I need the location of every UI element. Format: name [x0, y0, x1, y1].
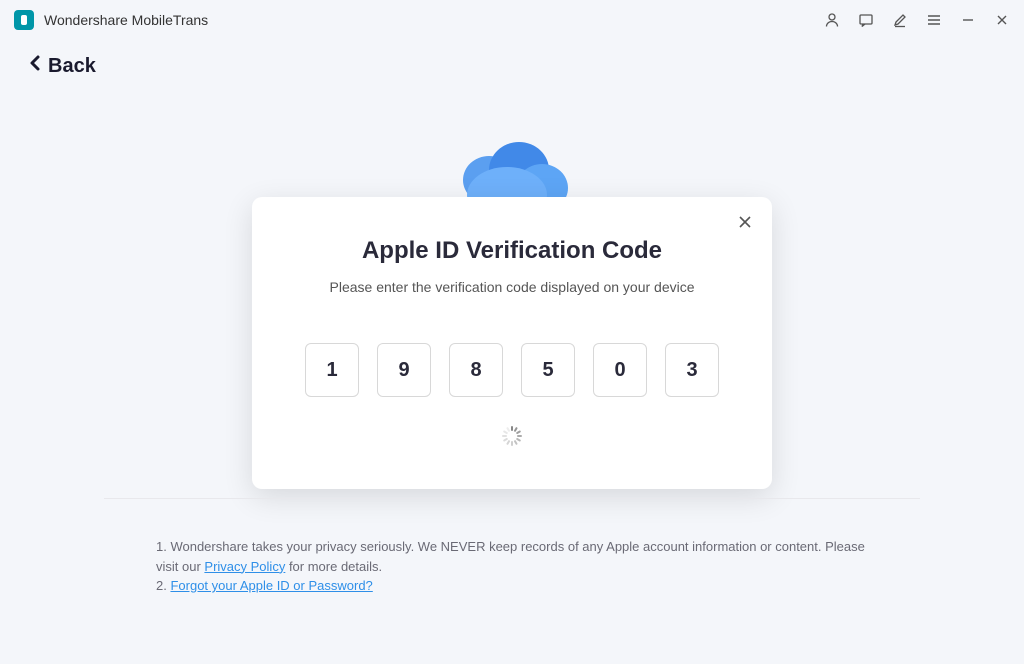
content-area: Apple ID Verification Code Please enter …: [0, 92, 1024, 661]
forgot-password-link[interactable]: Forgot your Apple ID or Password?: [170, 578, 372, 593]
code-digit-3[interactable]: 8: [449, 343, 503, 397]
verification-modal: Apple ID Verification Code Please enter …: [252, 197, 772, 489]
message-icon[interactable]: [858, 12, 874, 28]
code-digit-4[interactable]: 5: [521, 343, 575, 397]
note2-text-prefix: 2.: [156, 578, 170, 593]
close-icon[interactable]: [736, 213, 754, 231]
menu-icon[interactable]: [926, 12, 942, 28]
code-inputs-container: 1 9 8 5 0 3: [287, 343, 737, 397]
note-2: 2. Forgot your Apple ID or Password?: [156, 576, 868, 596]
divider: [104, 498, 920, 499]
code-digit-1[interactable]: 1: [305, 343, 359, 397]
footer-notes: 1. Wondershare takes your privacy seriou…: [156, 537, 868, 596]
app-title: Wondershare MobileTrans: [44, 12, 824, 28]
minimize-icon[interactable]: [960, 12, 976, 28]
titlebar-controls: [824, 12, 1010, 28]
modal-title: Apple ID Verification Code: [287, 237, 737, 265]
privacy-policy-link[interactable]: Privacy Policy: [204, 559, 285, 574]
chevron-left-icon: [28, 54, 42, 78]
note1-text-suffix: for more details.: [285, 559, 382, 574]
titlebar: Wondershare MobileTrans: [0, 0, 1024, 40]
code-digit-2[interactable]: 9: [377, 343, 431, 397]
back-label: Back: [48, 55, 96, 78]
code-digit-5[interactable]: 0: [593, 343, 647, 397]
edit-icon[interactable]: [892, 12, 908, 28]
loading-spinner-icon: [287, 421, 737, 447]
user-icon[interactable]: [824, 12, 840, 28]
code-digit-6[interactable]: 3: [665, 343, 719, 397]
back-button[interactable]: Back: [0, 40, 1024, 92]
close-window-icon[interactable]: [994, 12, 1010, 28]
note-1: 1. Wondershare takes your privacy seriou…: [156, 537, 868, 576]
modal-subtitle: Please enter the verification code displ…: [287, 279, 737, 295]
app-logo-icon: [14, 10, 34, 30]
